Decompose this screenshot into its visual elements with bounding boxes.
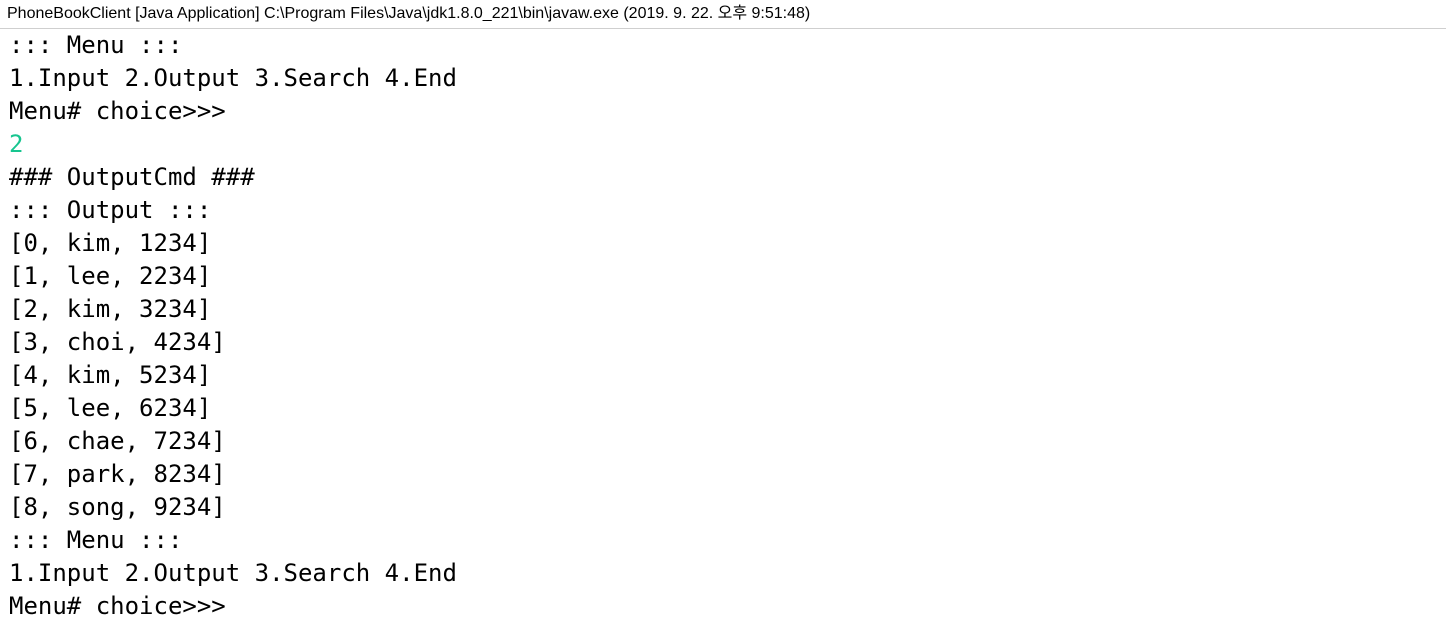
console-output-line: 1.Input 2.Output 3.Search 4.End [9, 559, 457, 587]
console-output-line: Menu# choice>>> [9, 592, 226, 620]
console-output-line: ::: Menu ::: [9, 31, 183, 59]
console-output-line: [2, kim, 3234] [9, 295, 212, 323]
console-output-line: [5, lee, 6234] [9, 394, 212, 422]
console-output-area[interactable]: ::: Menu ::: 1.Input 2.Output 3.Search 4.… [9, 29, 1439, 629]
console-output-line: [1, lee, 2234] [9, 262, 212, 290]
console-output-line: [6, chae, 7234] [9, 427, 226, 455]
console-output-line: ::: Output ::: [9, 196, 212, 224]
console-output-line: ### OutputCmd ### [9, 163, 255, 191]
console-output-line: 1.Input 2.Output 3.Search 4.End [9, 64, 457, 92]
console-user-input-line: 2 [9, 130, 24, 158]
console-output-line: [3, choi, 4234] [9, 328, 226, 356]
console-output-line: [0, kim, 1234] [9, 229, 212, 257]
console-title-bar: PhoneBookClient [Java Application] C:\Pr… [0, 0, 1446, 29]
console-output-line: Menu# choice>>> [9, 97, 226, 125]
console-output-line: [8, song, 9234] [9, 493, 226, 521]
console-output-line: ::: Menu ::: [9, 526, 183, 554]
console-output-line: [4, kim, 5234] [9, 361, 212, 389]
console-title: PhoneBookClient [Java Application] C:\Pr… [7, 5, 811, 22]
console-output-line: [7, park, 8234] [9, 460, 226, 488]
